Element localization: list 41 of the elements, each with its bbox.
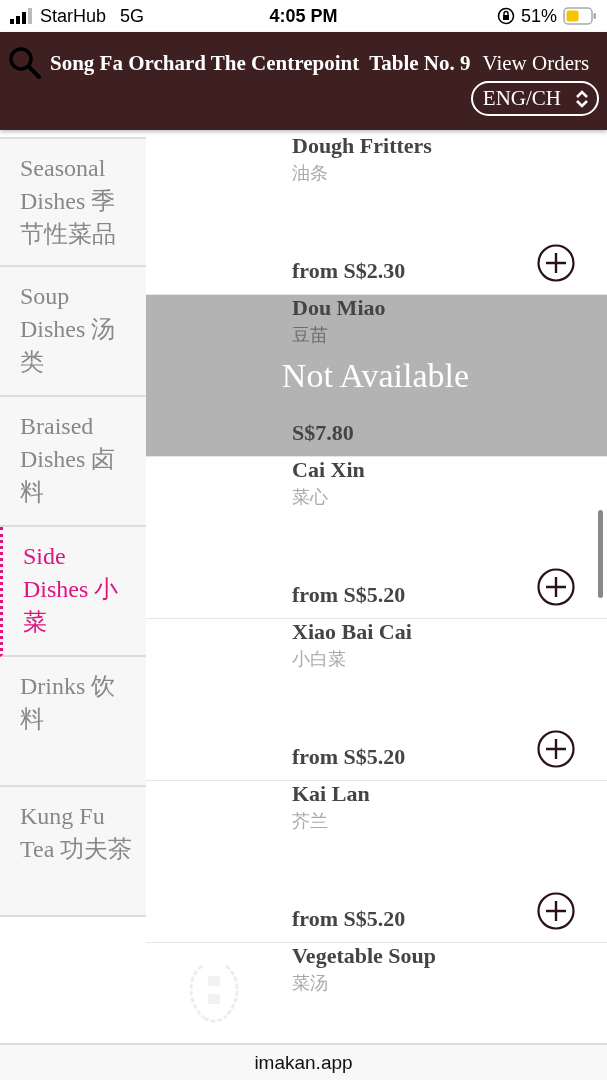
add-button[interactable] xyxy=(537,730,575,768)
network-type: 5G xyxy=(120,5,145,27)
battery-icon xyxy=(563,7,597,25)
language-select[interactable]: ENG/CH xyxy=(470,81,599,116)
dish-name: Kai Lan xyxy=(292,781,370,807)
dish-price: from S$5.20 xyxy=(292,744,406,770)
dish-name: Dough Fritters xyxy=(292,133,432,159)
dish-chinese-name: 豆苗 xyxy=(292,324,328,347)
add-button[interactable] xyxy=(537,244,575,282)
dish-price: from S$5.20 xyxy=(292,582,406,608)
clock-time: 4:05 PM xyxy=(269,5,338,26)
dish-name: Dou Miao xyxy=(292,295,386,321)
dish-name: Xiao Bai Cai xyxy=(292,619,412,645)
dish-name: Cai Xin xyxy=(292,457,365,483)
dish-price: from S$2.30 xyxy=(292,258,406,284)
chevron-icon xyxy=(575,89,589,108)
table-number: Table No. 9 xyxy=(369,50,471,76)
restaurant-name: Song Fa Orchard The Centrepoint xyxy=(50,50,360,76)
dish-chinese-name: 菜心 xyxy=(292,486,328,509)
rotation-lock-icon xyxy=(496,7,515,25)
dish-price: S$7.80 xyxy=(292,420,354,446)
add-button[interactable] xyxy=(537,568,575,606)
dish-price: from S$5.20 xyxy=(292,906,406,932)
dish-chinese-name: 菜汤 xyxy=(292,972,328,995)
battery-percent: 51% xyxy=(520,5,557,27)
category-tab[interactable]: Kung Fu Tea 功夫茶 xyxy=(0,787,146,917)
carrier-name: StarHub xyxy=(40,5,107,27)
url-text[interactable]: imakan.app xyxy=(254,1051,353,1074)
category-tab[interactable]: Soup Dishes 汤类 xyxy=(0,267,146,397)
category-tab[interactable]: Side Dishes 小菜 xyxy=(0,527,146,657)
category-tab[interactable]: Seasonal Dishes 季节性菜品 xyxy=(0,137,146,267)
dish-name: Vegetable Soup xyxy=(292,943,437,969)
category-tab[interactable]: Braised Dishes 卤料 xyxy=(0,397,146,527)
dish-chinese-name: 油条 xyxy=(292,162,328,185)
add-button[interactable] xyxy=(537,892,575,930)
dish-chinese-name: 芥兰 xyxy=(292,810,328,833)
signal-icon xyxy=(10,8,34,24)
dish-chinese-name: 小白菜 xyxy=(292,648,346,671)
category-tab[interactable]: Drinks 饮料 xyxy=(0,657,146,787)
view-orders-link[interactable]: View Orders xyxy=(482,50,590,76)
not-available-label: Not Available xyxy=(281,356,470,395)
